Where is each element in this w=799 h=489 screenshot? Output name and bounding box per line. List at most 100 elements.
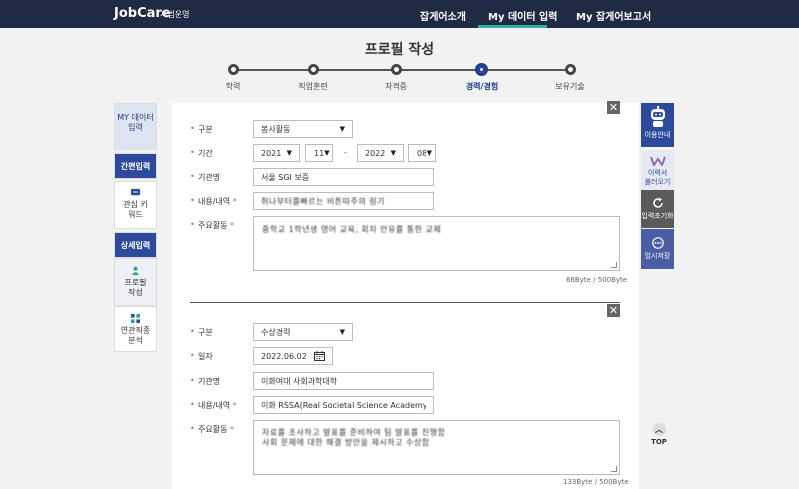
section2-close-icon[interactable]: ✕ [607,304,620,317]
grid-icon [131,314,140,323]
step-label-skills[interactable]: 보유기술 [555,81,584,92]
resize-handle-icon[interactable] [611,466,617,472]
refresh-icon [652,197,663,208]
step-dot-skills[interactable] [565,64,576,75]
more-dots-icon [651,237,664,249]
scroll-top-label: TOP [651,438,667,446]
bullet-dot: • [190,424,195,433]
nav-my-data-input[interactable]: My 데이터 입력 [488,8,557,23]
sidebar-item-related-jobs[interactable]: 연관직종 분석 [114,306,157,352]
logo-subtitle: 시범운영 [160,10,190,19]
calendar-icon[interactable] [314,351,325,361]
section1-type-label: 구분 [198,125,213,134]
bullet-dot: • [190,196,195,205]
chevron-down-icon: ▼ [426,149,432,157]
section1-main-label: 주요활동 * [198,221,234,230]
guide-label: 이용안내 [644,131,671,139]
step-dot-license[interactable] [391,64,402,75]
section2-main-textarea[interactable]: 자료를 조사하고 발표를 준비하여 팀 발표를 진행함 사회 문제에 대한 해결… [253,420,620,475]
chevron-up-icon: ︿ [652,423,666,436]
step-dot-training[interactable] [308,64,319,75]
section1-byte-counter: 66Byte / 500Byte [566,276,628,284]
temp-save-button[interactable]: 임시저장 [641,229,674,269]
section2-type-label: 구분 [198,328,213,337]
section2-org-label: 기관명 [198,377,221,386]
section2-content-input[interactable]: 이화 RSSA(Real Societal Science Academy) [253,396,434,414]
resize-handle-icon[interactable] [611,262,617,268]
section2-org-input[interactable]: 이화여대 사회과학대학 [253,372,434,390]
sidebar-item-profile[interactable]: 프로필 작성 [114,258,157,306]
sidebar-item-interest-label: 관심 키워드 [123,200,148,219]
step-label-education[interactable]: 학력 [226,81,241,92]
section2-byte-counter: 133Byte / 500Byte [563,478,629,486]
section2-content-value: 이화 RSSA(Real Societal Science Academy) [261,400,426,410]
section1-end-month-select[interactable]: 08 ▼ [408,144,436,162]
section1-content-label: 내용/내역 * [198,197,237,206]
step-label-license[interactable]: 자격증 [385,81,407,92]
section2-content-label: 내용/내역 * [198,401,237,410]
section1-content-value: 취나부터를빠르는 비튼따주의 링기 [261,196,385,206]
chevron-down-icon: ▼ [324,149,330,157]
section1-org-label: 기관명 [198,173,221,182]
section1-start-year-value: 2021 [261,148,282,158]
bullet-dot: • [190,172,195,181]
section1-content-input[interactable]: 취나부터를빠르는 비튼따주의 링기 [253,192,434,210]
sidebar-detail-input-header[interactable]: 상세입력 [114,232,157,258]
section1-type-select[interactable]: 봉사활동 ▼ [253,120,353,138]
w-logo-icon [649,156,666,166]
section1-main-textarea[interactable]: 중학교 1학년생 영어 교육, 회차 안유를 통한 교체 [253,216,620,271]
sidebar-simple-input-header[interactable]: 간편입력 [114,153,157,179]
section1-start-month-select[interactable]: 11 ▼ [305,144,333,162]
chat-icon [131,188,140,196]
bullet-dot: • [190,400,195,409]
bullet-dot: • [190,351,195,360]
section2-type-select[interactable]: 수상경력 ▼ [253,323,353,341]
nav-my-report[interactable]: My 잡게어보고서 [576,8,651,23]
bullet-dot: • [190,327,195,336]
chevron-down-icon: ▼ [286,149,292,157]
stepper-line [233,69,571,71]
chevron-down-icon: ▼ [390,149,396,157]
step-dot-career[interactable] [475,63,488,76]
step-dot-education[interactable] [228,64,239,75]
section2-main-line2: 사회 문제에 대한 해결 방안을 제시하고 수상함 [262,438,430,447]
section2-type-value: 수상경력 [261,327,291,337]
section1-content-label-text: 내용/내역 [198,197,231,206]
bullet-dot: • [190,124,195,133]
robot-icon [650,106,665,127]
sidebar-detail-input-label: 상세입력 [120,241,151,250]
section1-start-year-select[interactable]: 2021 ▼ [253,144,300,162]
section2-content-label-text: 내용/내역 [198,401,231,410]
reset-input-button[interactable]: 입력초기화 [641,190,674,228]
reset-input-label: 입력초기화 [641,212,674,220]
temp-save-label: 임시저장 [644,252,671,260]
sidebar-item-interest-keyword[interactable]: 관심 키워드 [114,181,157,229]
section1-end-year-select[interactable]: 2022 ▼ [357,144,404,162]
step-label-training[interactable]: 직업훈련 [298,81,327,92]
section1-type-value: 봉사활동 [261,124,291,134]
section2-org-value: 이화여대 사회과학대학 [261,376,338,386]
section2-date-input[interactable]: 2022.06.02 [253,347,333,365]
chevron-down-icon: ▼ [339,328,345,336]
scroll-top-button[interactable]: ︿ TOP [647,423,671,446]
page-title: 프로필 작성 [364,42,435,58]
person-icon [131,266,140,275]
period-separator: - [344,148,347,157]
section1-main-value: 중학교 1학년생 영어 교육, 회차 안유를 통한 교체 [262,225,442,234]
bullet-dot: • [190,148,195,157]
sidebar-item-related-label: 연관직종 분석 [120,326,151,345]
bullet-dot: • [190,376,195,385]
nav-jobcare-intro[interactable]: 잡게어소개 [420,8,466,23]
section1-end-year-value: 2022 [365,148,386,158]
bullet-dot: • [190,220,195,229]
section2-date-label: 일자 [198,352,213,361]
nav-active-indicator [478,25,547,28]
guide-button[interactable]: 이용안내 [641,103,674,147]
resume-load-button[interactable]: 이력서 불러오기 [641,150,674,190]
section1-close-icon[interactable]: ✕ [607,101,620,114]
sidebar-simple-input-label: 간편입력 [120,162,151,171]
step-label-career[interactable]: 경력/경험 [466,81,498,92]
section1-org-input[interactable]: 서울 SGI 보증 [253,168,434,186]
section2-main-label-text: 주요활동 [198,425,228,434]
section1-org-value: 서울 SGI 보증 [261,172,310,182]
